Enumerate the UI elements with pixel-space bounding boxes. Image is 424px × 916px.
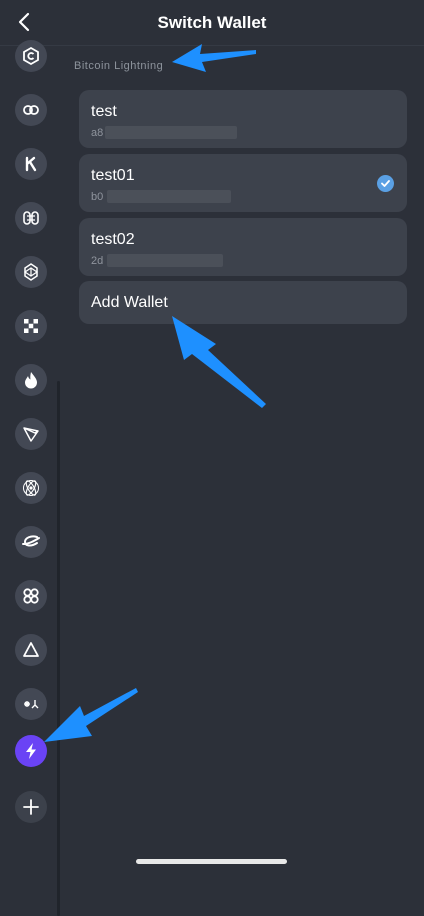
page-title: Switch Wallet bbox=[157, 12, 267, 32]
header-bar: Switch Wallet bbox=[0, 0, 424, 46]
address-redaction bbox=[107, 190, 231, 203]
home-indicator bbox=[136, 859, 287, 864]
wallet-card-test02[interactable]: test02 2d bbox=[79, 218, 407, 276]
address-redaction bbox=[105, 126, 237, 139]
wallet-name: test02 bbox=[91, 231, 135, 248]
swirl-logo-icon[interactable] bbox=[15, 526, 47, 558]
cosmos-atom-icon[interactable] bbox=[15, 472, 47, 504]
add-wallet-button[interactable]: Add Wallet bbox=[79, 281, 407, 324]
kucoin-k-icon[interactable] bbox=[15, 148, 47, 180]
polygon-link-icon[interactable] bbox=[15, 94, 47, 126]
network-section-label: Bitcoin Lightning bbox=[74, 60, 164, 72]
add-wallet-label: Add Wallet bbox=[91, 294, 168, 311]
wallet-address: a8 bbox=[91, 127, 104, 139]
annotation-arrow-icon bbox=[172, 316, 266, 408]
flame-icon[interactable] bbox=[15, 364, 47, 396]
sidebar-scrollbar[interactable] bbox=[57, 381, 60, 916]
tron-icon[interactable] bbox=[15, 418, 47, 450]
wallet-name: test01 bbox=[91, 167, 135, 184]
lightning-bolt-icon[interactable] bbox=[15, 735, 47, 767]
back-button[interactable] bbox=[12, 9, 36, 35]
chain-sidebar bbox=[0, 40, 60, 916]
star-chain-icon[interactable] bbox=[15, 688, 47, 720]
chevron-left-icon bbox=[18, 12, 30, 32]
wallet-card-test01[interactable]: test01 b0 bbox=[79, 154, 407, 212]
wallet-name: test bbox=[91, 103, 117, 120]
fantom-icon[interactable] bbox=[15, 256, 47, 288]
plus-icon[interactable] bbox=[15, 791, 47, 823]
wallet-address: 2d bbox=[91, 255, 104, 267]
triangle-icon[interactable] bbox=[15, 634, 47, 666]
cross-petal-icon[interactable] bbox=[15, 580, 47, 612]
okx-checker-icon[interactable] bbox=[15, 310, 47, 342]
wallet-address: b0 bbox=[91, 191, 104, 203]
celo-coin-icon[interactable] bbox=[15, 40, 47, 72]
address-redaction bbox=[107, 254, 223, 267]
selected-check-icon bbox=[377, 175, 394, 192]
wallet-card-test[interactable]: test a8 bbox=[79, 90, 407, 148]
hedera-h-icon[interactable] bbox=[15, 202, 47, 234]
